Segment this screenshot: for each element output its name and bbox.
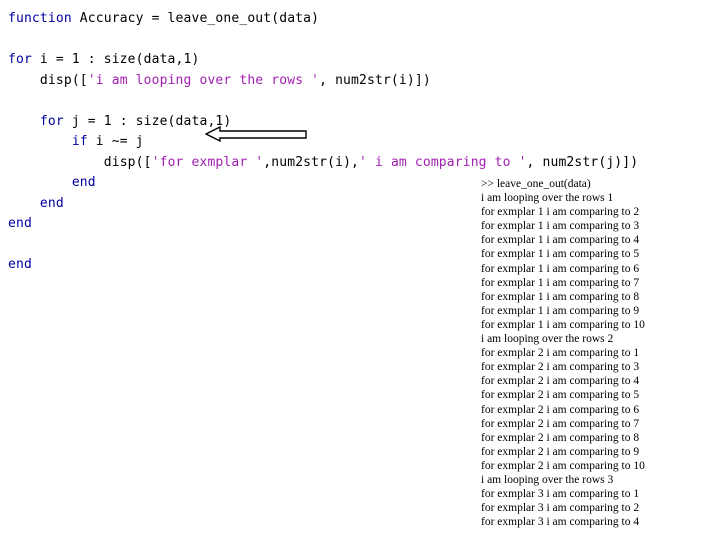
code-token-plain: disp([ xyxy=(103,154,152,170)
code-token-plain: , num2str(i)]) xyxy=(319,72,431,88)
code-line: disp(['for exmplar ',num2str(i),' i am c… xyxy=(8,153,638,174)
console-output-line: for exmplar 2 i am comparing to 1 xyxy=(481,347,640,360)
console-output-line: for exmplar 1 i am comparing to 5 xyxy=(481,248,640,261)
console-command-line: >> leave_one_out(data) xyxy=(481,178,591,190)
command-window-pane[interactable]: >> leave_one_out(data)i am looping over … xyxy=(481,177,720,540)
console-output-line: i am looping over the rows 3 xyxy=(481,473,614,486)
code-token-plain: i = 1 : size(data,1) xyxy=(31,52,200,67)
code-token-plain: , num2str(j)]) xyxy=(526,154,639,170)
console-output-line: for exmplar 2 i am comparing to 4 xyxy=(481,375,640,388)
code-line: disp(['i am looping over the rows ', num… xyxy=(8,71,638,92)
console-output-line: for exmplar 1 i am comparing to 4 xyxy=(481,234,640,247)
code-token-keyword: end xyxy=(71,175,96,190)
console-output-line: for exmplar 2 i am comparing to 5 xyxy=(481,389,640,402)
code-line: for j = 1 : size(data,1) xyxy=(8,112,638,133)
console-output-line: for exmplar 3 i am comparing to 4 xyxy=(481,516,640,529)
console-output-line: for exmplar 2 i am comparing to 6 xyxy=(481,403,640,416)
code-token-keyword: function xyxy=(8,11,72,26)
console-output-line: for exmplar 1 i am comparing to 10 xyxy=(481,318,645,331)
code-token-keyword: end xyxy=(8,257,32,272)
code-token-keyword: for xyxy=(8,52,32,67)
console-output-line: i am looping over the rows 2 xyxy=(481,333,614,346)
code-token-plain: j = 1 : size(data,1) xyxy=(63,113,232,129)
console-output-line: for exmplar 2 i am comparing to 9 xyxy=(481,445,640,458)
console-output-line: for exmplar 3 i am comparing to 1 xyxy=(481,488,640,501)
console-output-line: for exmplar 1 i am comparing to 9 xyxy=(481,304,640,317)
code-token-keyword: end xyxy=(8,216,32,231)
code-line: for i = 1 : size(data,1) xyxy=(8,50,638,71)
code-token-string: 'i am looping over the rows ' xyxy=(87,72,320,88)
code-token-plain: i ~= j xyxy=(87,134,144,149)
code-token-keyword: for xyxy=(39,113,64,129)
code-line: if i ~= j xyxy=(8,132,638,153)
code-token-plain: disp([ xyxy=(39,72,88,88)
console-output-line: for exmplar 1 i am comparing to 6 xyxy=(481,262,640,275)
code-token-plain: ,num2str(i), xyxy=(263,154,360,170)
console-output-line: for exmplar 3 i am comparing to 2 xyxy=(481,502,640,515)
console-output-line: for exmplar 2 i am comparing to 3 xyxy=(481,361,640,374)
code-token-string: 'for exmplar ' xyxy=(151,154,264,170)
console-output-line: for exmplar 1 i am comparing to 3 xyxy=(481,220,640,233)
console-output-line: for exmplar 2 i am comparing to 10 xyxy=(481,459,645,472)
code-token-keyword: end xyxy=(39,195,64,211)
console-output-line: for exmplar 1 i am comparing to 7 xyxy=(481,276,640,289)
code-token-keyword: if xyxy=(71,134,88,149)
code-token-plain: Accuracy = leave_one_out(data) xyxy=(71,11,320,26)
console-output: >> leave_one_out(data)i am looping over … xyxy=(481,177,720,529)
console-output-line: for exmplar 1 i am comparing to 8 xyxy=(481,290,640,303)
code-editor-pane[interactable]: function Accuracy = leave_one_out(data) … xyxy=(0,0,638,540)
console-output-line: for exmplar 2 i am comparing to 7 xyxy=(481,417,640,430)
code-token-string: ' i am comparing to ' xyxy=(359,154,527,170)
console-output-line: i am looping over the rows 1 xyxy=(481,192,614,205)
console-output-line: for exmplar 2 i am comparing to 8 xyxy=(481,431,640,444)
code-line: function Accuracy = leave_one_out(data) xyxy=(8,9,638,30)
console-output-line: for exmplar 1 i am comparing to 2 xyxy=(481,206,640,219)
